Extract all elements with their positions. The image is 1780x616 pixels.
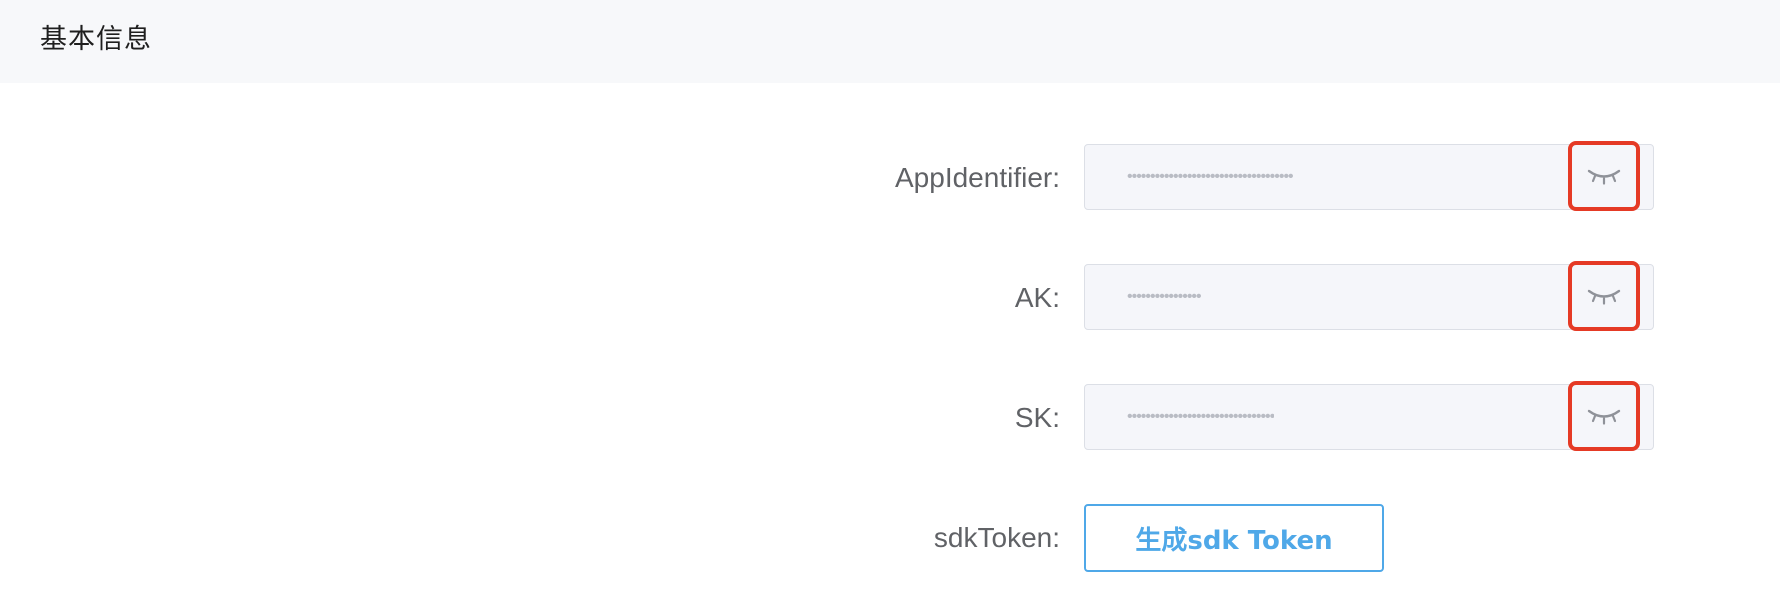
eye-closed-icon — [1587, 409, 1621, 425]
ak-label: AK: — [1014, 282, 1060, 313]
app-identifier-label: AppIdentifier: — [895, 162, 1060, 193]
form-row-sk: SK: •••••••••••••••••••••••••••••••• — [0, 381, 1780, 452]
form-row-ak: AK: •••••••••••••••• — [0, 261, 1780, 332]
sk-label: SK: — [1014, 402, 1060, 433]
sk-visibility-toggle[interactable] — [1568, 381, 1640, 451]
section-title: 基本信息 — [40, 24, 152, 55]
ak-visibility-toggle[interactable] — [1568, 261, 1640, 331]
form-row-sdk-token: sdkToken: 生成sdk Token — [0, 504, 1780, 572]
ak-value: •••••••••••••••• — [1127, 288, 1201, 305]
eye-closed-icon — [1587, 169, 1621, 185]
app-identifier-visibility-toggle[interactable] — [1568, 141, 1640, 211]
section-header: 基本信息 — [0, 0, 1780, 83]
eye-closed-icon — [1587, 289, 1621, 305]
app-identifier-value: •••••••••••••••••••••••••••••••••••• — [1127, 168, 1293, 185]
basic-info-page: 基本信息 AppIdentifier: ••••••••••••••••••••… — [0, 0, 1780, 616]
generate-sdk-token-button[interactable]: 生成sdk Token — [1084, 504, 1384, 572]
sk-value: •••••••••••••••••••••••••••••••• — [1127, 408, 1275, 425]
form-row-app-identifier: AppIdentifier: •••••••••••••••••••••••••… — [0, 141, 1780, 212]
sdk-token-label: sdkToken: — [933, 522, 1060, 553]
